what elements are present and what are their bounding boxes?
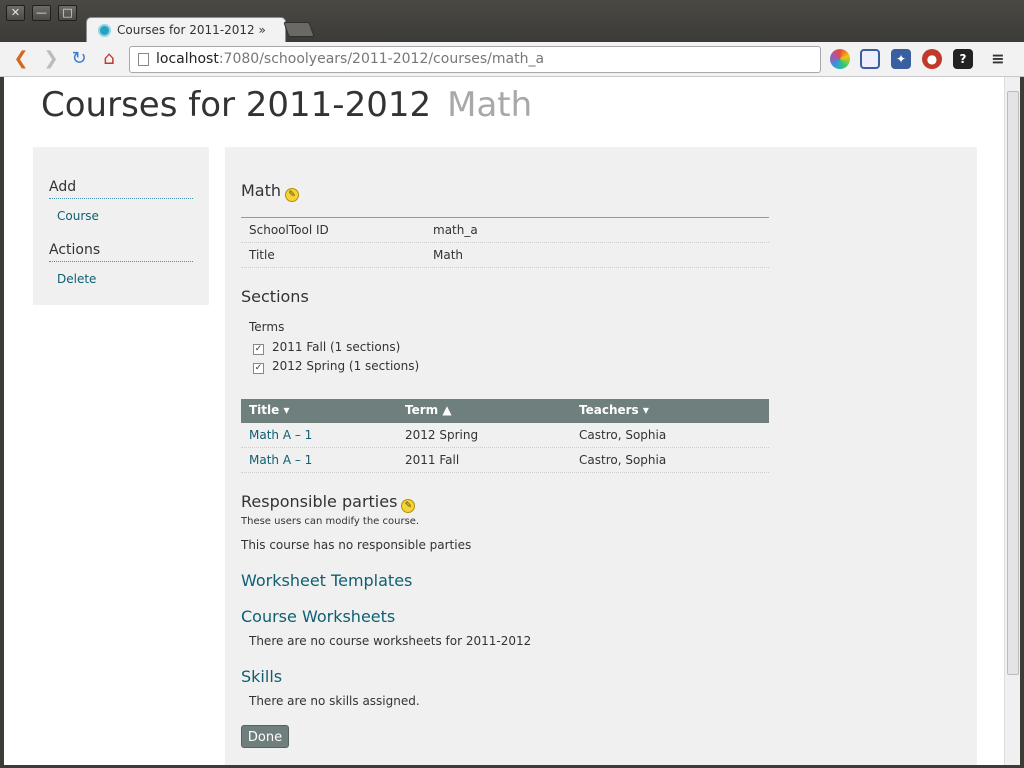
term-filter-label: 2012 Spring (1 sections) xyxy=(272,359,420,373)
section-teachers: Castro, Sophia xyxy=(579,453,667,467)
column-header-term[interactable]: Term ▲ xyxy=(405,399,452,421)
column-header-title[interactable]: Title ▾ xyxy=(249,399,290,421)
checkbox-checked-icon[interactable]: ✓ xyxy=(253,363,264,374)
worksheet-templates-link[interactable]: Worksheet Templates xyxy=(241,571,412,590)
info-label: SchoolTool ID xyxy=(249,223,329,237)
edit-course-icon[interactable]: ✎ xyxy=(285,188,300,202)
sidebar: Add Course Actions Delete xyxy=(33,147,209,305)
table-row: Math A – 1 2011 Fall Castro, Sophia xyxy=(241,448,769,473)
done-button[interactable]: Done xyxy=(241,725,289,748)
responsible-note: These users can modify the course. xyxy=(241,516,420,527)
responsible-heading: Responsible parties ✎ xyxy=(241,492,416,513)
sections-table: Title ▾ Term ▲ Teachers ▾ Math A – 1 201… xyxy=(241,399,769,473)
stop-extension-icon[interactable]: ● xyxy=(922,49,942,69)
section-teachers: Castro, Sophia xyxy=(579,428,667,442)
skills-empty: There are no skills assigned. xyxy=(249,694,420,708)
address-bar[interactable]: localhost:7080/schoolyears/2011-2012/cou… xyxy=(129,46,942,73)
page-subtitle: Math xyxy=(447,85,533,125)
new-tab-button[interactable] xyxy=(283,22,315,37)
sidebar-link-course[interactable]: Course xyxy=(57,209,99,223)
course-worksheets-empty: There are no course worksheets for 2011-… xyxy=(249,634,532,648)
responsible-heading-text: Responsible parties xyxy=(241,492,398,511)
home-icon[interactable]: ⌂ xyxy=(98,48,120,70)
column-header-teachers[interactable]: Teachers ▾ xyxy=(579,399,649,421)
sections-heading: Sections xyxy=(241,287,309,306)
edit-responsible-icon[interactable]: ✎ xyxy=(401,499,416,513)
forward-icon[interactable]: ❯ xyxy=(40,48,62,70)
window-titlebar: ✕ — □ Courses for 2011-2012 » xyxy=(0,0,1024,43)
section-term: 2011 Fall xyxy=(405,453,460,467)
menu-icon[interactable]: ≡ xyxy=(988,49,1008,69)
responsible-empty: This course has no responsible parties xyxy=(241,538,472,552)
info-label: Title xyxy=(249,248,275,262)
term-filter-checkbox[interactable]: ✓ 2011 Fall (1 sections) xyxy=(253,340,400,355)
browser-window: ✕ — □ Courses for 2011-2012 » ❮ ❯ ↻ ⌂ lo… xyxy=(0,0,1024,768)
sidebar-heading-add: Add xyxy=(49,179,193,199)
table-header: Title ▾ Term ▲ Teachers ▾ xyxy=(241,399,769,423)
main-panel: Math ✎ SchoolTool ID math_a Title Math Se… xyxy=(225,147,977,765)
network-extension-icon[interactable]: ✦ xyxy=(891,49,911,69)
page-title-text: Courses for 2011-2012 xyxy=(41,85,432,125)
course-worksheets-link[interactable]: Course Worksheets xyxy=(241,607,395,626)
page-title: Courses for 2011-2012 Math xyxy=(41,85,532,125)
section-link[interactable]: Math A – 1 xyxy=(249,448,312,473)
minimize-window-icon[interactable]: — xyxy=(32,5,51,21)
page-icon xyxy=(138,53,149,66)
info-value: Math xyxy=(433,248,464,262)
help-extension-icon[interactable]: ? xyxy=(953,49,973,69)
tab-title: Courses for 2011-2012 » xyxy=(117,23,266,37)
favicon-icon xyxy=(98,24,111,37)
checkbox-checked-icon[interactable]: ✓ xyxy=(253,344,264,355)
sidebar-link-delete[interactable]: Delete xyxy=(57,272,96,286)
table-row: Math A – 1 2012 Spring Castro, Sophia xyxy=(241,423,769,448)
back-icon[interactable]: ❮ xyxy=(10,48,32,70)
scrollbar-thumb[interactable] xyxy=(1007,91,1019,675)
terms-label: Terms xyxy=(249,320,285,334)
section-link[interactable]: Math A – 1 xyxy=(249,423,312,448)
course-heading: Math ✎ xyxy=(241,181,300,202)
info-value: math_a xyxy=(433,223,478,237)
page-content: Courses for 2011-2012 Math Add Course Act… xyxy=(4,77,1004,765)
term-filter-label: 2011 Fall (1 sections) xyxy=(272,340,401,354)
color-picker-extension-icon[interactable] xyxy=(830,49,850,69)
course-heading-text: Math xyxy=(241,181,282,200)
section-term: 2012 Spring xyxy=(405,428,479,442)
browser-tab-active[interactable]: Courses for 2011-2012 » xyxy=(86,17,286,43)
skills-link[interactable]: Skills xyxy=(241,667,282,686)
vertical-scrollbar[interactable] xyxy=(1004,77,1020,765)
term-filter-checkbox[interactable]: ✓ 2012 Spring (1 sections) xyxy=(253,359,419,374)
course-info-table: SchoolTool ID math_a Title Math xyxy=(241,217,769,268)
address-host: localhost xyxy=(156,51,219,67)
reload-icon[interactable]: ↻ xyxy=(68,48,90,70)
screenshot-extension-icon[interactable] xyxy=(860,49,880,69)
info-row: Title Math xyxy=(241,243,769,268)
address-path: :7080/schoolyears/2011-2012/courses/math… xyxy=(218,51,545,67)
maximize-window-icon[interactable]: □ xyxy=(58,5,77,21)
close-window-icon[interactable]: ✕ xyxy=(6,5,25,21)
sidebar-heading-actions: Actions xyxy=(49,242,193,262)
info-row: SchoolTool ID math_a xyxy=(241,218,769,243)
